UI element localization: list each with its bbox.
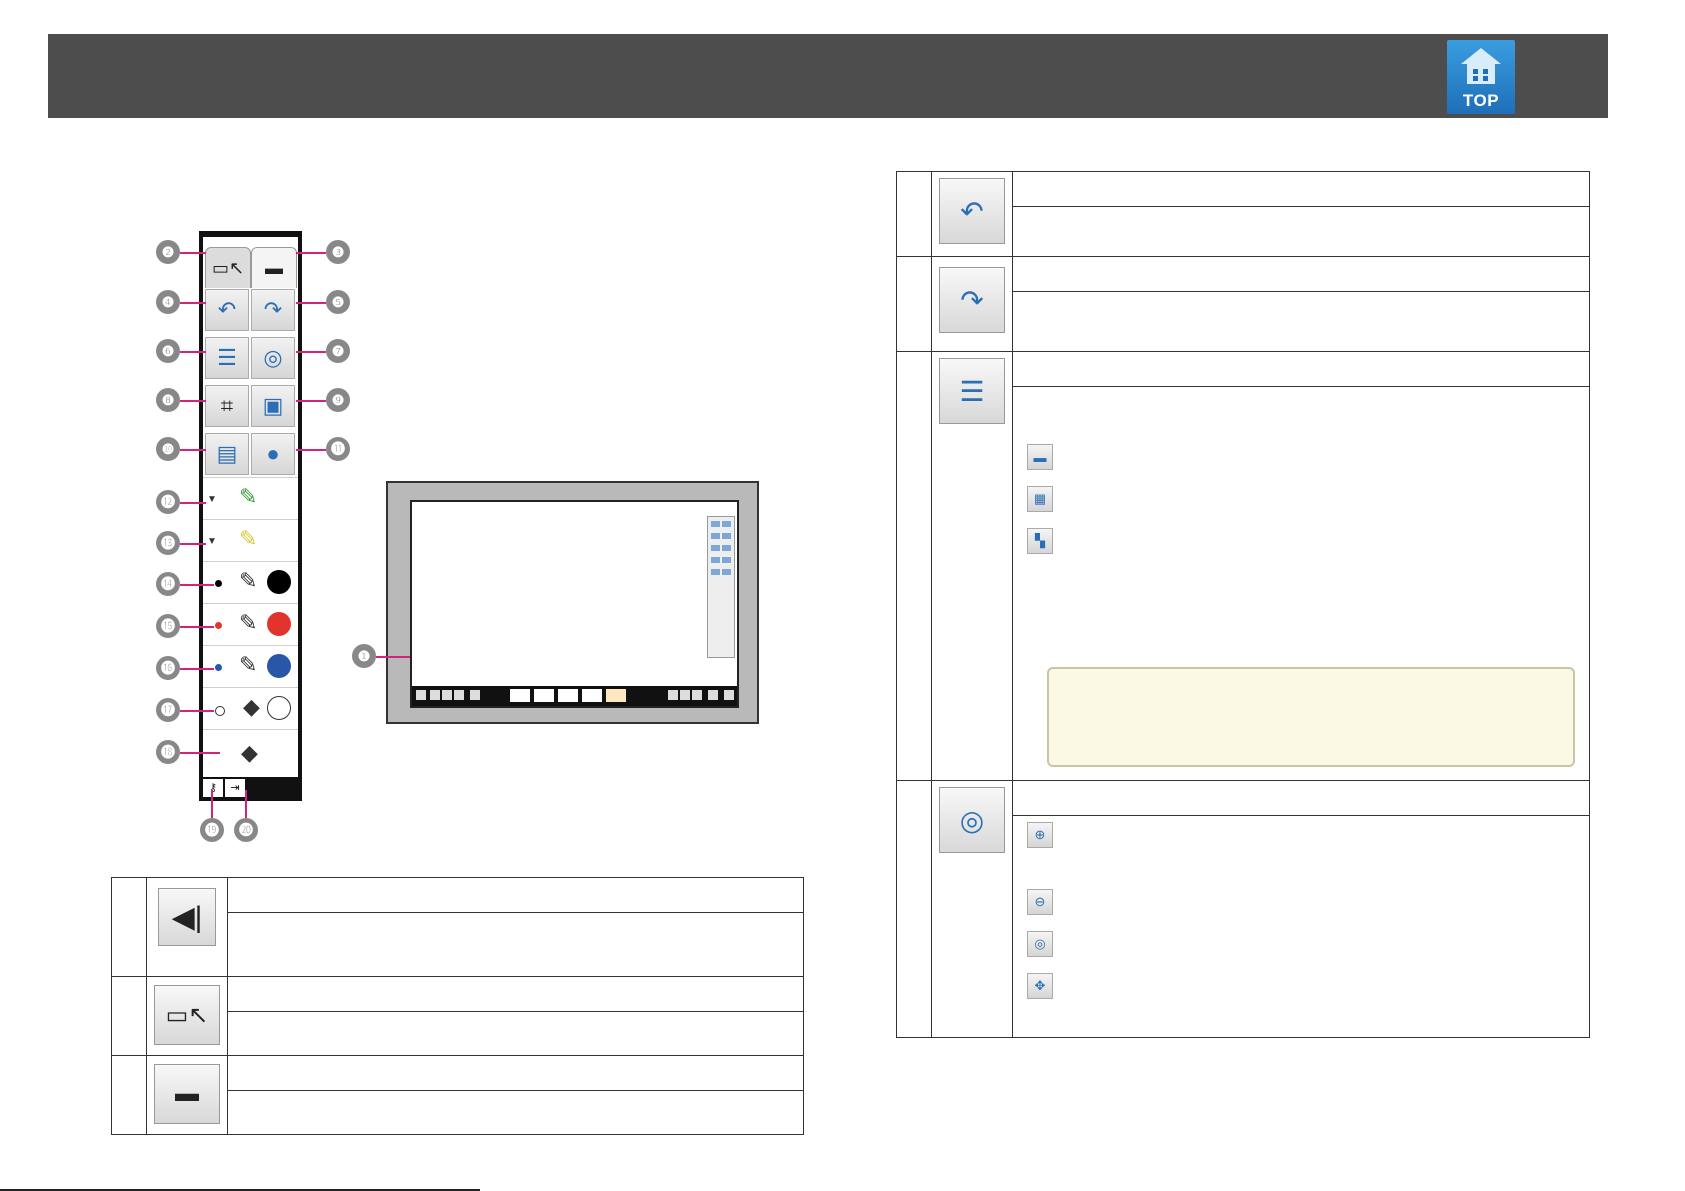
marker-yellow-row: ▼ ✎ [203,519,298,562]
mini-toolbar [707,516,735,658]
home-icon [1461,48,1501,64]
undo-icon: ↶ [205,289,249,331]
pen-blue-row: ✎ [203,645,298,688]
single-page-icon: ▬ [1027,444,1053,470]
clear-all-icon: ◆ [241,740,258,765]
pointer-mode-tab-icon: ▭↖ [154,985,220,1045]
callout-16: ⓰ [156,656,180,680]
callout-14: ⓮ [156,572,180,596]
top-button[interactable]: TOP [1447,40,1515,114]
pointer-mode-tab-icon: ▭↖ [205,247,251,288]
dropdown-icon: ▼ [207,494,217,505]
zoom-in-icon: ⊕ [1027,822,1053,848]
whiteboard-mode-tab-icon: ▬ [251,247,297,288]
zoom-icon: ◎ [251,337,295,379]
marker-green-row: ▼ ✎ [203,477,298,520]
callout-10: ❿ [156,437,180,461]
callout-13: ⓭ [156,531,180,555]
top-button-label: TOP [1462,91,1500,110]
pen-blue-icon: ✎ [239,652,258,677]
callout-17: ⓱ [156,698,180,722]
callout-7: ❼ [326,339,350,363]
settings-icon: ⚷ [203,779,223,797]
eraser-row: ◆ [203,687,298,730]
pan-icon: ✥ [1027,973,1053,999]
mini-bottom-bar [412,686,737,706]
pen-red-icon: ✎ [239,610,258,635]
callout-6: ❻ [156,339,180,363]
callout-19: ⓳ [200,818,224,842]
whiteboard-mode-tab-icon: ▬ [154,1064,220,1124]
left-reference-table: ◀| ▭↖ ▬ [111,876,804,1135]
capture-icon: ▤ [205,433,249,475]
callout-1: ❶ [352,644,376,668]
toolbar-figure: ▭↖ ▬ ↶ ↷ ☰ ◎ ⌗ ▣ ▤ ● ▼ ✎ ▼ ✎ ✎ ✎ ✎ ◆ ◆ ⚷… [199,231,302,801]
multi-page-icon: ▚ [1027,528,1053,554]
zoom-reset-icon: ◎ [1027,931,1053,957]
zoom-out-icon: ⊖ [1027,889,1053,915]
callout-15: ⓯ [156,614,180,638]
image-insert-icon: ▣ [251,385,295,427]
callout-8: ❽ [156,388,180,412]
undo-icon: ↶ [939,178,1005,244]
dropdown-icon: ▼ [207,536,217,547]
callout-20: ⓴ [234,818,258,842]
pen-black-row: ✎ [203,561,298,604]
callout-11: ⓫ [326,437,350,461]
exit-icon: ⇥ [225,779,245,797]
screen-figure [386,481,759,724]
callout-5: ❺ [326,290,350,314]
callout-2: ❷ [156,240,180,264]
marker-green-icon: ✎ [239,484,258,509]
callout-9: ❾ [326,388,350,412]
marker-yellow-icon: ✎ [239,526,258,551]
shapes-icon: ● [251,433,295,475]
pen-black-icon: ✎ [239,568,258,593]
callout-18: ⓲ [156,740,180,764]
crop-icon: ⌗ [205,385,249,427]
collapse-toolbar-icon: ◀| [158,888,216,946]
callout-4: ❹ [156,290,180,314]
zoom-icon: ◎ [939,787,1005,853]
pen-red-row: ✎ [203,603,298,646]
right-reference-table: ↶ ↷ ☰ ◎ [896,170,1590,1038]
page-header-bar [48,34,1608,118]
layout-icon: ☰ [939,358,1005,424]
callout-3: ❸ [326,240,350,264]
grid-page-icon: ▦ [1027,486,1053,512]
eraser-icon: ◆ [243,694,260,719]
redo-icon: ↷ [939,267,1005,333]
callout-12: ⓬ [156,490,180,514]
layout-icon: ☰ [205,337,249,379]
redo-icon: ↷ [251,289,295,331]
note-box [1047,667,1575,767]
